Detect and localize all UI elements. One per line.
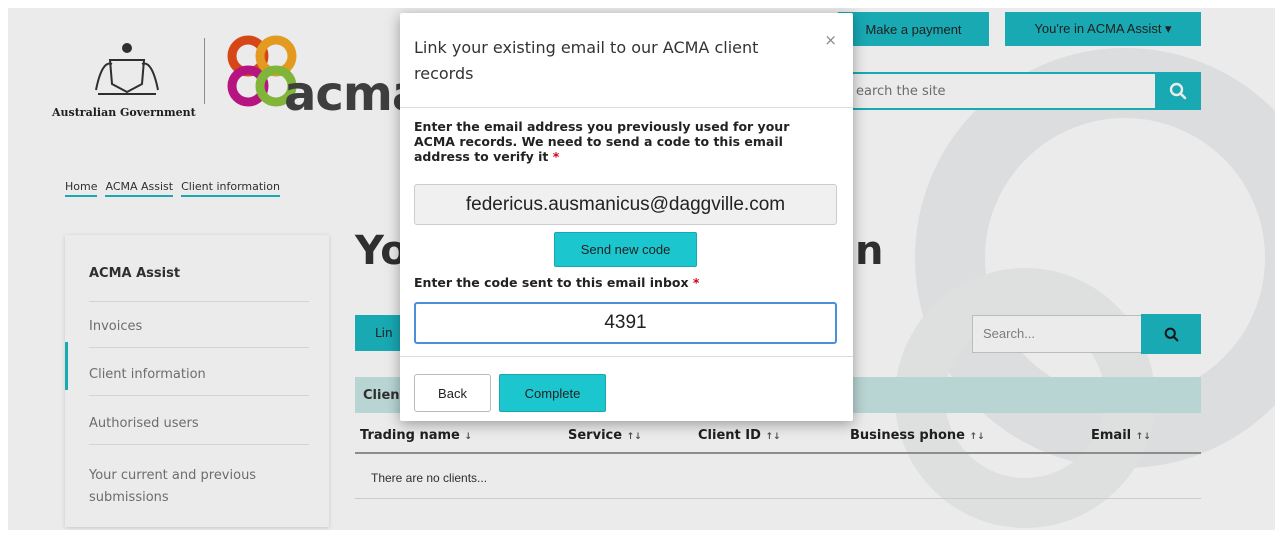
link-email-modal: Link your existing email to our ACMA cli… (400, 13, 853, 421)
modal-footer-divider (400, 356, 853, 357)
email-field-label: Enter the email address you previously u… (414, 119, 834, 164)
code-field-label-text: Enter the code sent to this email inbox (414, 275, 689, 290)
modal-title: Link your existing email to our ACMA cli… (414, 38, 759, 83)
email-field[interactable] (414, 184, 837, 225)
complete-button[interactable]: Complete (499, 374, 606, 412)
code-field-label: Enter the code sent to this email inbox … (414, 275, 699, 290)
close-icon[interactable]: × (824, 31, 837, 49)
required-marker: * (552, 149, 560, 164)
modal-header: Link your existing email to our ACMA cli… (400, 13, 853, 108)
email-field-label-text: Enter the email address you previously u… (414, 119, 790, 164)
required-marker: * (692, 275, 700, 290)
back-button[interactable]: Back (414, 374, 491, 412)
verification-code-field[interactable] (414, 302, 837, 344)
page: Australian Government acma Make a paymen… (8, 8, 1275, 530)
send-new-code-button[interactable]: Send new code (554, 232, 697, 267)
